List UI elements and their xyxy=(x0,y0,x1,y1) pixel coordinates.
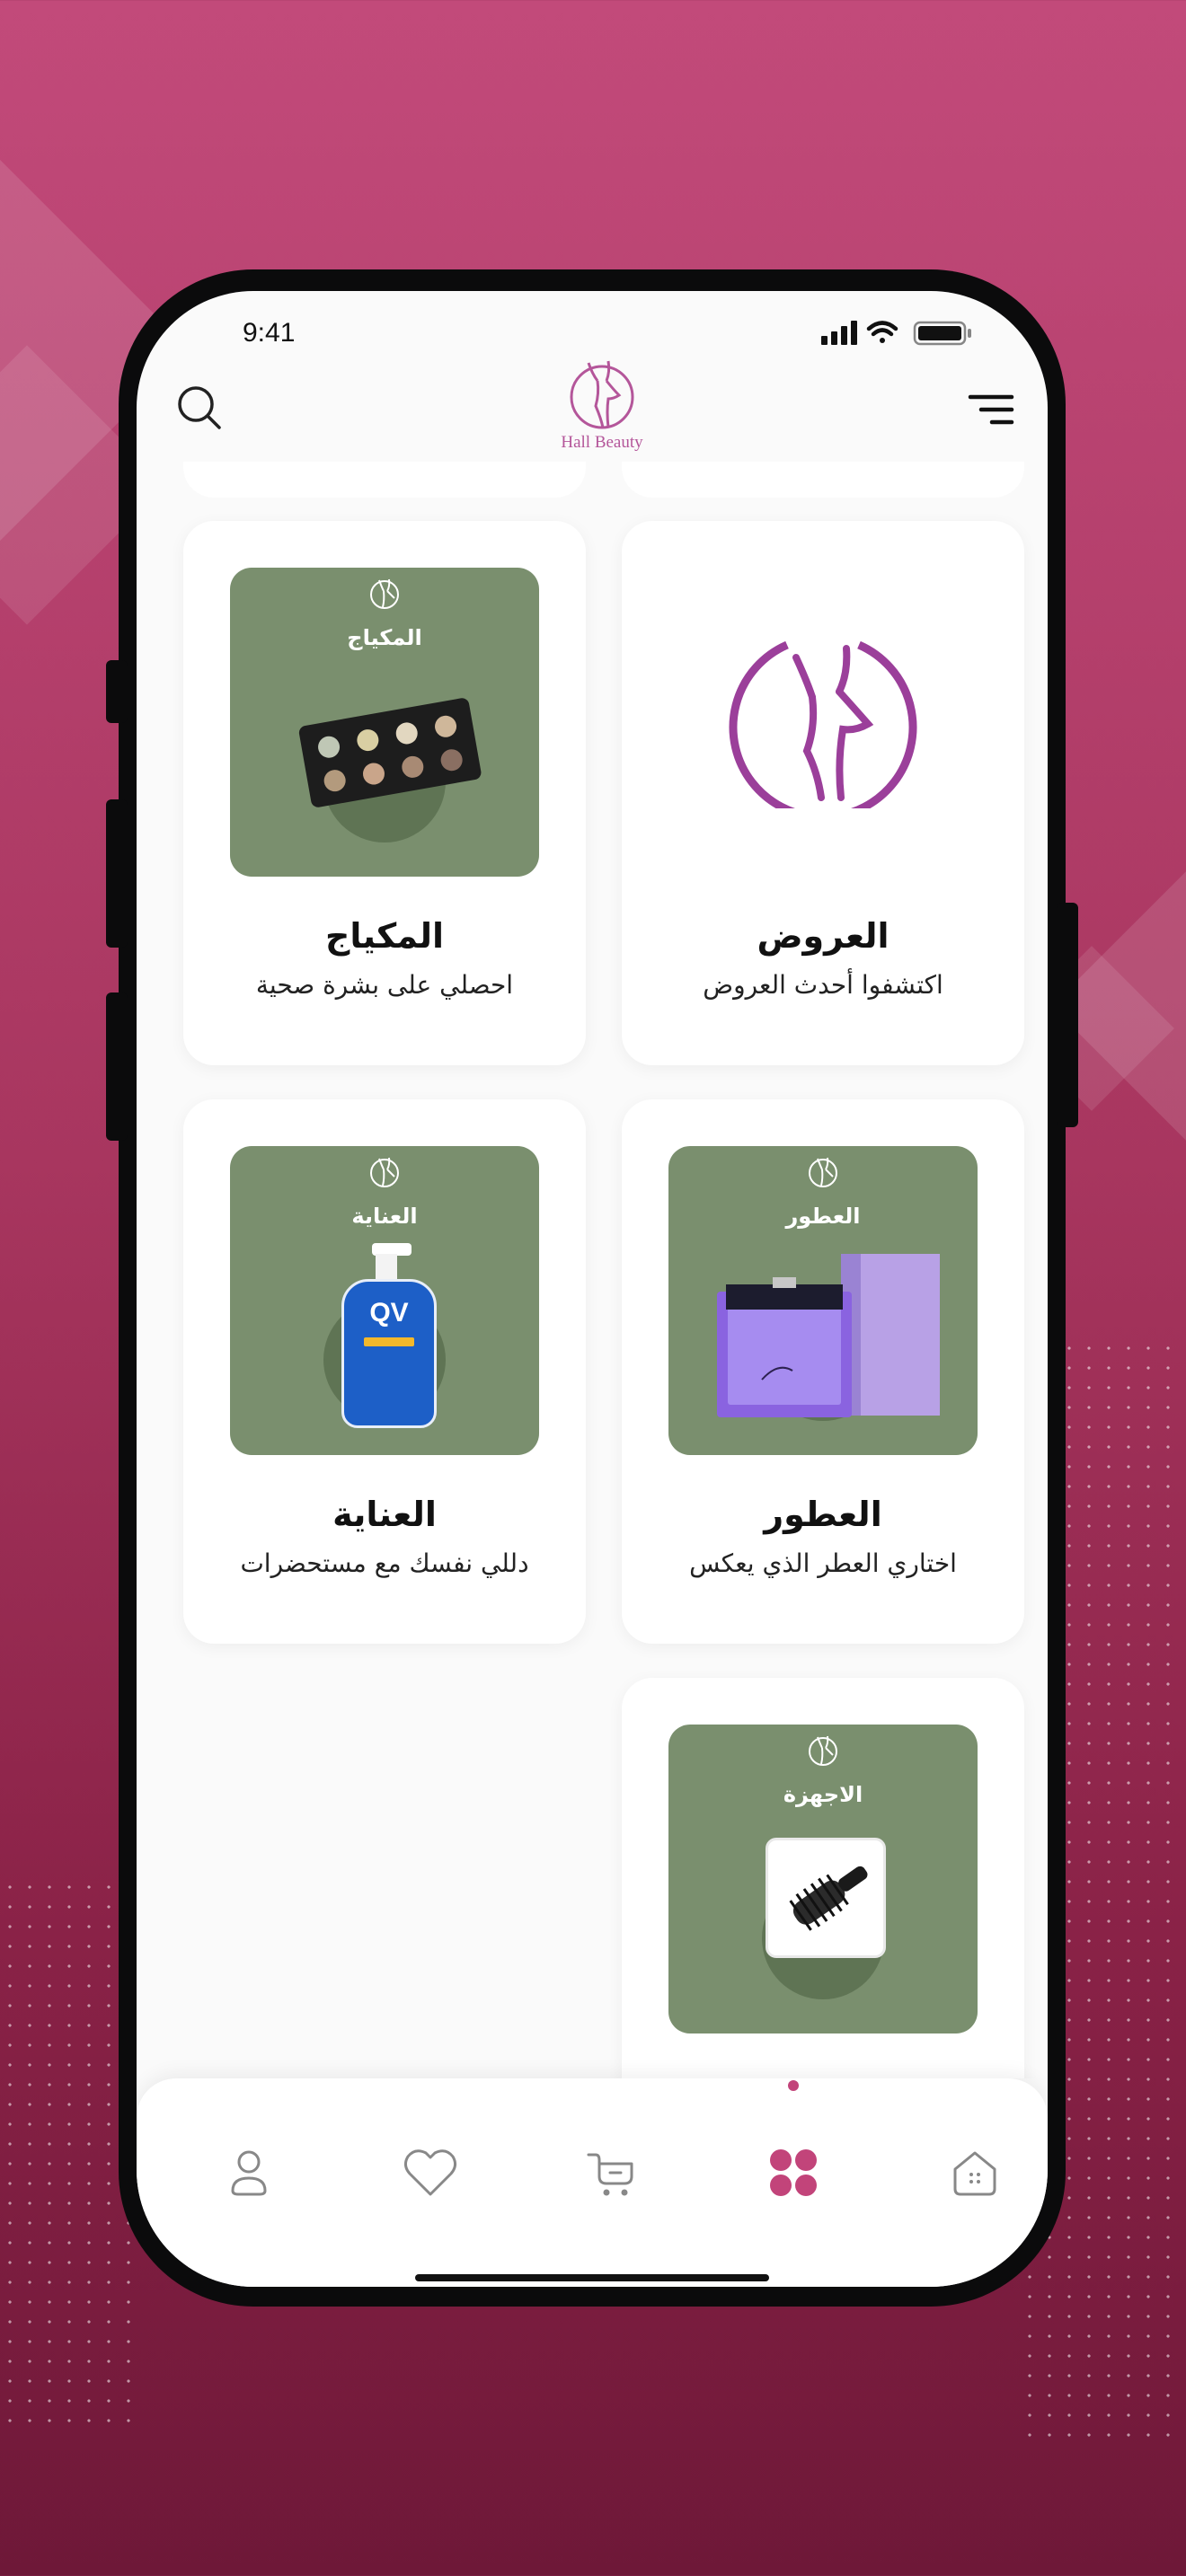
wifi-icon xyxy=(866,321,898,343)
category-card-partial-left[interactable] xyxy=(183,462,586,498)
app-screen: 9:41 Hall Beauty العروض اكتشفوا أحدث الع… xyxy=(137,291,1048,2287)
image-label: المكياج xyxy=(347,625,422,650)
status-time: 9:41 xyxy=(243,318,296,348)
phone-silent-switch xyxy=(106,660,128,723)
category-title: العروض xyxy=(757,916,890,956)
categories-grid: العروض اكتشفوا أحدث العروض المكياج المكي… xyxy=(137,462,1048,2078)
image-label: الاجهزة xyxy=(783,1782,863,1807)
menu-button[interactable] xyxy=(958,377,1022,442)
profile-icon xyxy=(231,2150,267,2196)
status-icons xyxy=(821,318,976,352)
pump-neck xyxy=(376,1254,397,1281)
brand-mark-icon xyxy=(367,1153,403,1193)
perfume-bottle-icon xyxy=(717,1254,940,1417)
bottom-tab-bar xyxy=(137,2078,1048,2287)
bottle-body: QV xyxy=(341,1279,437,1428)
bottle-label-stripe xyxy=(364,1337,414,1346)
grid-icon xyxy=(770,2149,817,2196)
tab-favorites[interactable] xyxy=(390,2132,471,2213)
app-header: Hall Beauty xyxy=(137,354,1048,462)
tab-home[interactable] xyxy=(934,2132,1015,2213)
tab-categories[interactable] xyxy=(753,2080,834,2213)
image-label: العطور xyxy=(785,1204,861,1229)
category-card-perfumes[interactable]: العطور العطور اختاري العطر الذي يعكس xyxy=(622,1099,1024,1644)
category-card-makeup[interactable]: المكياج المكياج احصلي على بشرة صحية xyxy=(183,521,586,1065)
battery-icon xyxy=(913,321,971,346)
category-image: الاجهزة xyxy=(668,1725,978,2033)
category-image: العطور xyxy=(668,1146,978,1455)
search-icon xyxy=(178,386,221,429)
lotion-pump-bottle: QV xyxy=(341,1243,437,1428)
category-title: العناية xyxy=(332,1495,437,1534)
tab-profile[interactable] xyxy=(208,2132,289,2213)
phone-frame: 9:41 Hall Beauty العروض اكتشفوا أحدث الع… xyxy=(106,269,1078,2307)
cart-icon xyxy=(587,2153,633,2196)
hair-brush-photo xyxy=(766,1838,886,1958)
home-icon xyxy=(953,2151,996,2196)
search-button[interactable] xyxy=(169,377,234,442)
phone-power-button xyxy=(1057,903,1078,1127)
bg-dots-left xyxy=(0,1877,135,2434)
category-card-devices[interactable]: الاجهزة xyxy=(622,1678,1024,2078)
category-subtitle: اختاري العطر الذي يعكس xyxy=(689,1548,957,1578)
gazelle-logo-icon xyxy=(570,360,634,429)
phone-volume-down xyxy=(106,992,128,1141)
category-subtitle: اكتشفوا أحدث العروض xyxy=(703,970,943,1000)
active-tab-indicator xyxy=(788,2080,799,2091)
category-card-care[interactable]: العناية QV العناية دللي نفسك مع مستحضرات xyxy=(183,1099,586,1644)
product-brand-print: QV xyxy=(369,1298,409,1328)
image-label: العناية xyxy=(351,1204,418,1229)
category-subtitle: احصلي على بشرة صحية xyxy=(255,970,514,1000)
category-title: العطور xyxy=(764,1495,882,1534)
brand-logo[interactable]: Hall Beauty xyxy=(548,354,656,454)
brand-name: Hall Beauty xyxy=(561,433,643,452)
eyeshadow-palette-icon xyxy=(298,698,482,807)
brand-mark-icon xyxy=(805,1732,841,1771)
category-card-partial-right[interactable] xyxy=(622,462,1024,498)
brand-mark-icon xyxy=(367,575,403,614)
heart-icon xyxy=(403,2149,457,2196)
offers-logo xyxy=(724,638,922,822)
home-indicator[interactable] xyxy=(415,2274,769,2281)
round-brush-icon xyxy=(789,1866,868,1931)
category-image: المكياج xyxy=(230,568,539,877)
category-card-offers[interactable]: العروض اكتشفوا أحدث العروض xyxy=(622,521,1024,1065)
category-subtitle: دللي نفسك مع مستحضرات xyxy=(240,1548,529,1578)
gazelle-logo-icon xyxy=(729,640,917,822)
category-title: المكياج xyxy=(324,916,445,956)
category-image: العناية QV xyxy=(230,1146,539,1455)
phone-volume-up xyxy=(106,799,128,948)
menu-icon xyxy=(968,394,1014,425)
tab-cart[interactable] xyxy=(571,2132,652,2213)
signal-icon xyxy=(821,321,857,345)
brand-mark-icon xyxy=(805,1153,841,1193)
